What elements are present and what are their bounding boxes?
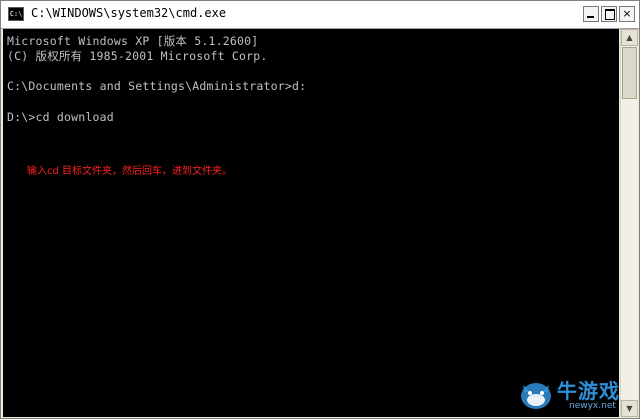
maximize-icon — [605, 9, 615, 20]
console-line: D:\>cd download — [7, 110, 114, 124]
instruction-annotation: 输入cd 目标文件夹，然后回车，进到文件夹。 — [27, 166, 233, 177]
watermark-title: 牛游戏 — [557, 379, 620, 403]
console-line: (C) 版权所有 1985-2001 Microsoft Corp. — [7, 49, 268, 63]
console-line: C:\Documents and Settings\Administrator>… — [7, 79, 307, 93]
minimize-button[interactable] — [583, 6, 599, 22]
close-button[interactable]: × — [619, 6, 635, 22]
console-output[interactable]: Microsoft Windows XP [版本 5.1.2600] (C) 版… — [3, 29, 619, 417]
vertical-scrollbar[interactable]: ▲ ▼ — [620, 29, 638, 417]
maximize-button[interactable] — [601, 6, 617, 22]
console-line: Microsoft Windows XP [版本 5.1.2600] — [7, 34, 259, 48]
window-title: C:\WINDOWS\system32\cmd.exe — [31, 6, 227, 20]
cow-logo-icon — [521, 383, 551, 409]
site-watermark: 牛游戏 newyx.net — [515, 375, 637, 417]
watermark-url: newyx.net — [569, 401, 616, 411]
close-icon: × — [622, 7, 632, 20]
minimize-icon — [587, 16, 594, 18]
cmd-app-icon[interactable]: C:\ — [8, 7, 24, 21]
scroll-up-icon[interactable]: ▲ — [621, 29, 638, 46]
scroll-thumb[interactable] — [622, 47, 637, 99]
title-bar[interactable]: C:\ C:\WINDOWS\system32\cmd.exe × — [1, 1, 639, 29]
cmd-window: C:\ C:\WINDOWS\system32\cmd.exe × Micros… — [0, 0, 640, 419]
